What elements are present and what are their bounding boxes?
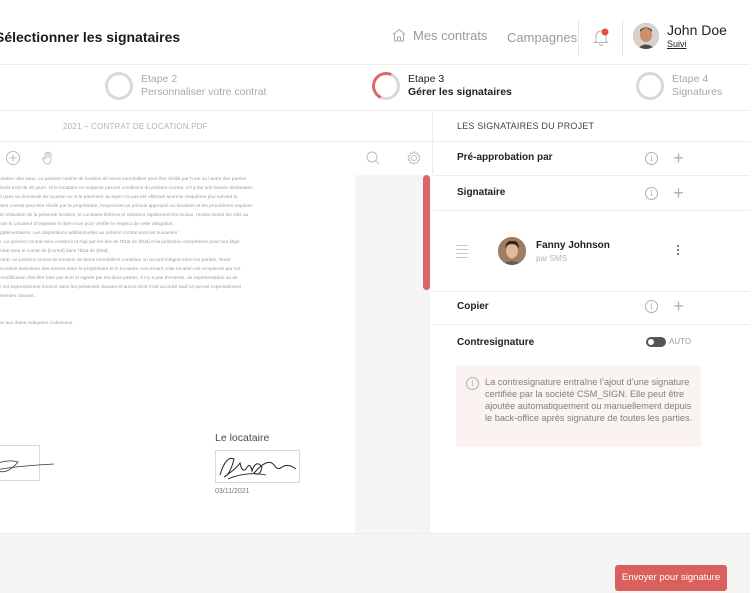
settings-icon bbox=[407, 150, 421, 166]
countersign-label: Contresignature bbox=[457, 337, 535, 348]
info-icon[interactable]: i bbox=[645, 300, 658, 313]
search-icon bbox=[366, 151, 380, 165]
step-label: Etape 3 bbox=[408, 73, 445, 85]
info-icon: i bbox=[466, 377, 479, 390]
step-sub: Signatures bbox=[672, 86, 723, 98]
step-progress-ring bbox=[636, 72, 664, 100]
document-settings-button[interactable] bbox=[406, 150, 422, 166]
document-line: te modification doit être faite par écri… bbox=[0, 276, 238, 281]
notice-text: La contresignature entraîne l’ajout d’un… bbox=[485, 377, 693, 423]
top-header: Sélectionner les signataires Mes contrat… bbox=[0, 10, 750, 65]
user-status-link[interactable]: Suivi bbox=[667, 39, 687, 49]
page-title: Sélectionner les signataires bbox=[0, 29, 181, 45]
signers-panel-header: LES SIGNATAIRES DU PROJET bbox=[433, 112, 750, 142]
zoom-in-button[interactable] bbox=[5, 150, 21, 166]
document-line: discussion antérieure des termes entre l… bbox=[0, 267, 241, 272]
document-page[interactable]: l’isolation des eaux. Le présent contrat… bbox=[0, 175, 355, 537]
step-2[interactable]: Etape 2 Personnaliser votre contrat bbox=[105, 72, 266, 100]
step-progress-ring bbox=[368, 68, 404, 104]
stepper: s Etape 2 Personnaliser votre contrat Et… bbox=[0, 66, 750, 111]
add-copy-recipient-button[interactable]: + bbox=[672, 297, 685, 315]
document-toolbar bbox=[0, 143, 433, 175]
signataire-label: Signataire bbox=[457, 187, 506, 198]
step-sub: Personnaliser votre contrat bbox=[141, 86, 267, 98]
send-for-signature-button[interactable]: Envoyer pour signature bbox=[615, 565, 727, 591]
home-icon bbox=[392, 28, 406, 42]
step-3[interactable]: Etape 3 Gérer les signataires bbox=[368, 68, 512, 104]
signer-card[interactable]: Fanny Johnson par SMS bbox=[433, 212, 750, 292]
preapproval-label: Pré-approbation par bbox=[457, 152, 553, 163]
pan-tool-button[interactable] bbox=[40, 150, 56, 166]
add-preapprover-button[interactable]: + bbox=[672, 149, 685, 167]
bell-icon bbox=[593, 28, 609, 46]
zoom-in-icon bbox=[6, 151, 20, 165]
info-icon[interactable]: i bbox=[645, 187, 658, 200]
signature-box-left bbox=[0, 445, 55, 481]
nav-campaigns[interactable]: Campagnes bbox=[507, 30, 577, 45]
copier-label: Copier bbox=[457, 301, 489, 312]
document-line bbox=[0, 310, 311, 319]
document-header: 2021 – CONTRAT DE LOCATION.PDF bbox=[0, 112, 433, 142]
document-gutter bbox=[355, 175, 425, 537]
user-name: John Doe bbox=[667, 22, 727, 38]
document-line bbox=[0, 301, 311, 310]
document-line: contrat. Le présent contrat de location … bbox=[0, 258, 231, 263]
signers-panel-title: LES SIGNATAIRES DU PROJET bbox=[457, 121, 595, 131]
step-label: Etape 2 bbox=[141, 73, 178, 85]
document-line: résent contrat peut être résilié par le … bbox=[0, 204, 253, 209]
more-vertical-icon[interactable] bbox=[677, 245, 681, 257]
page-card: Sélectionner les signataires Mes contrat… bbox=[0, 0, 755, 593]
document-line: ble. Le présent contrat sera construit e… bbox=[0, 240, 240, 245]
document-line: qui est expressément énoncé dans les pré… bbox=[0, 285, 241, 290]
signer-avatar bbox=[498, 237, 526, 265]
signature-date: 03/11/2021 bbox=[215, 488, 250, 495]
nav-my-contracts[interactable]: Mes contrats bbox=[391, 27, 487, 43]
document-line: préavis écrit de 30 jours. Si le locatai… bbox=[0, 186, 253, 191]
document-line: l’isolation des eaux. Le présent contrat… bbox=[0, 177, 247, 182]
document-scroll-thumb[interactable] bbox=[423, 175, 430, 290]
signature-box-right bbox=[215, 450, 300, 483]
document-line: s de résiliation de la présente location… bbox=[0, 213, 249, 218]
document-line: garde le Locateur d’inspecter le Bien lo… bbox=[0, 222, 174, 227]
countersign-notice: i La contresignature entraîne l’ajout d’… bbox=[456, 365, 701, 447]
copier-row: Copier i + bbox=[433, 291, 750, 325]
signer-right-label: Le locataire bbox=[215, 432, 270, 444]
document-line: ard dans sa demande de location ou si le… bbox=[0, 195, 238, 200]
step-4[interactable]: Etape 4 Signatures bbox=[636, 72, 722, 100]
step-sub: Gérer les signataires bbox=[408, 86, 512, 98]
document-filename: 2021 – CONTRAT DE LOCATION.PDF bbox=[63, 122, 208, 131]
info-icon[interactable]: i bbox=[645, 152, 658, 165]
signer-name: Fanny Johnson bbox=[536, 240, 610, 251]
document-line: rties aux dates indiquées ci-dessous. bbox=[0, 321, 74, 326]
drag-handle-icon[interactable] bbox=[456, 245, 468, 261]
countersign-row: Contresignature bbox=[433, 327, 750, 361]
document-line: supplémentaires. Les dispositions additi… bbox=[0, 231, 180, 236]
preapproval-row: Pré-approbation par i + bbox=[433, 142, 750, 176]
divider bbox=[622, 20, 623, 56]
document-line: présentes clauses. bbox=[0, 294, 35, 299]
step-label: Etape 4 bbox=[672, 73, 709, 85]
step-progress-ring bbox=[105, 72, 133, 100]
nav-my-contracts-label: Mes contrats bbox=[413, 27, 488, 43]
divider bbox=[578, 20, 579, 56]
signataire-row: Signataire i + bbox=[433, 177, 750, 211]
notifications-button[interactable] bbox=[591, 26, 611, 48]
user-avatar[interactable] bbox=[633, 23, 659, 49]
document-line: contrat sera le comté de [Comté] dans l’… bbox=[0, 249, 109, 254]
toggle-label: AUTO bbox=[669, 337, 692, 346]
document-search-button[interactable] bbox=[365, 150, 381, 166]
countersign-auto-toggle[interactable] bbox=[646, 337, 666, 347]
add-signer-button[interactable]: + bbox=[672, 184, 685, 202]
hand-icon bbox=[42, 151, 52, 165]
document-text: l’isolation des eaux. Le présent contrat… bbox=[0, 175, 355, 328]
signer-method: par SMS bbox=[536, 254, 568, 263]
